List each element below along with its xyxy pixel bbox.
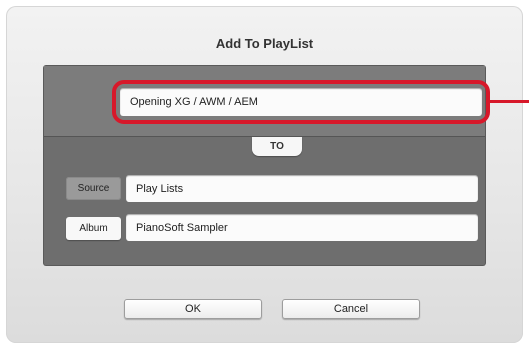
ok-button[interactable]: OK (124, 299, 262, 319)
source-button[interactable]: Source (66, 177, 121, 200)
cancel-button[interactable]: Cancel (282, 299, 420, 319)
source-field[interactable]: Play Lists (126, 175, 478, 202)
album-button[interactable]: Album (66, 217, 121, 240)
callout-pointer-line (490, 100, 529, 103)
album-field[interactable]: PianoSoft Sampler (126, 214, 478, 241)
highlight-callout (112, 80, 490, 124)
to-label-tab: TO (252, 137, 302, 156)
dialog-title: Add To PlayList (215, 36, 314, 51)
